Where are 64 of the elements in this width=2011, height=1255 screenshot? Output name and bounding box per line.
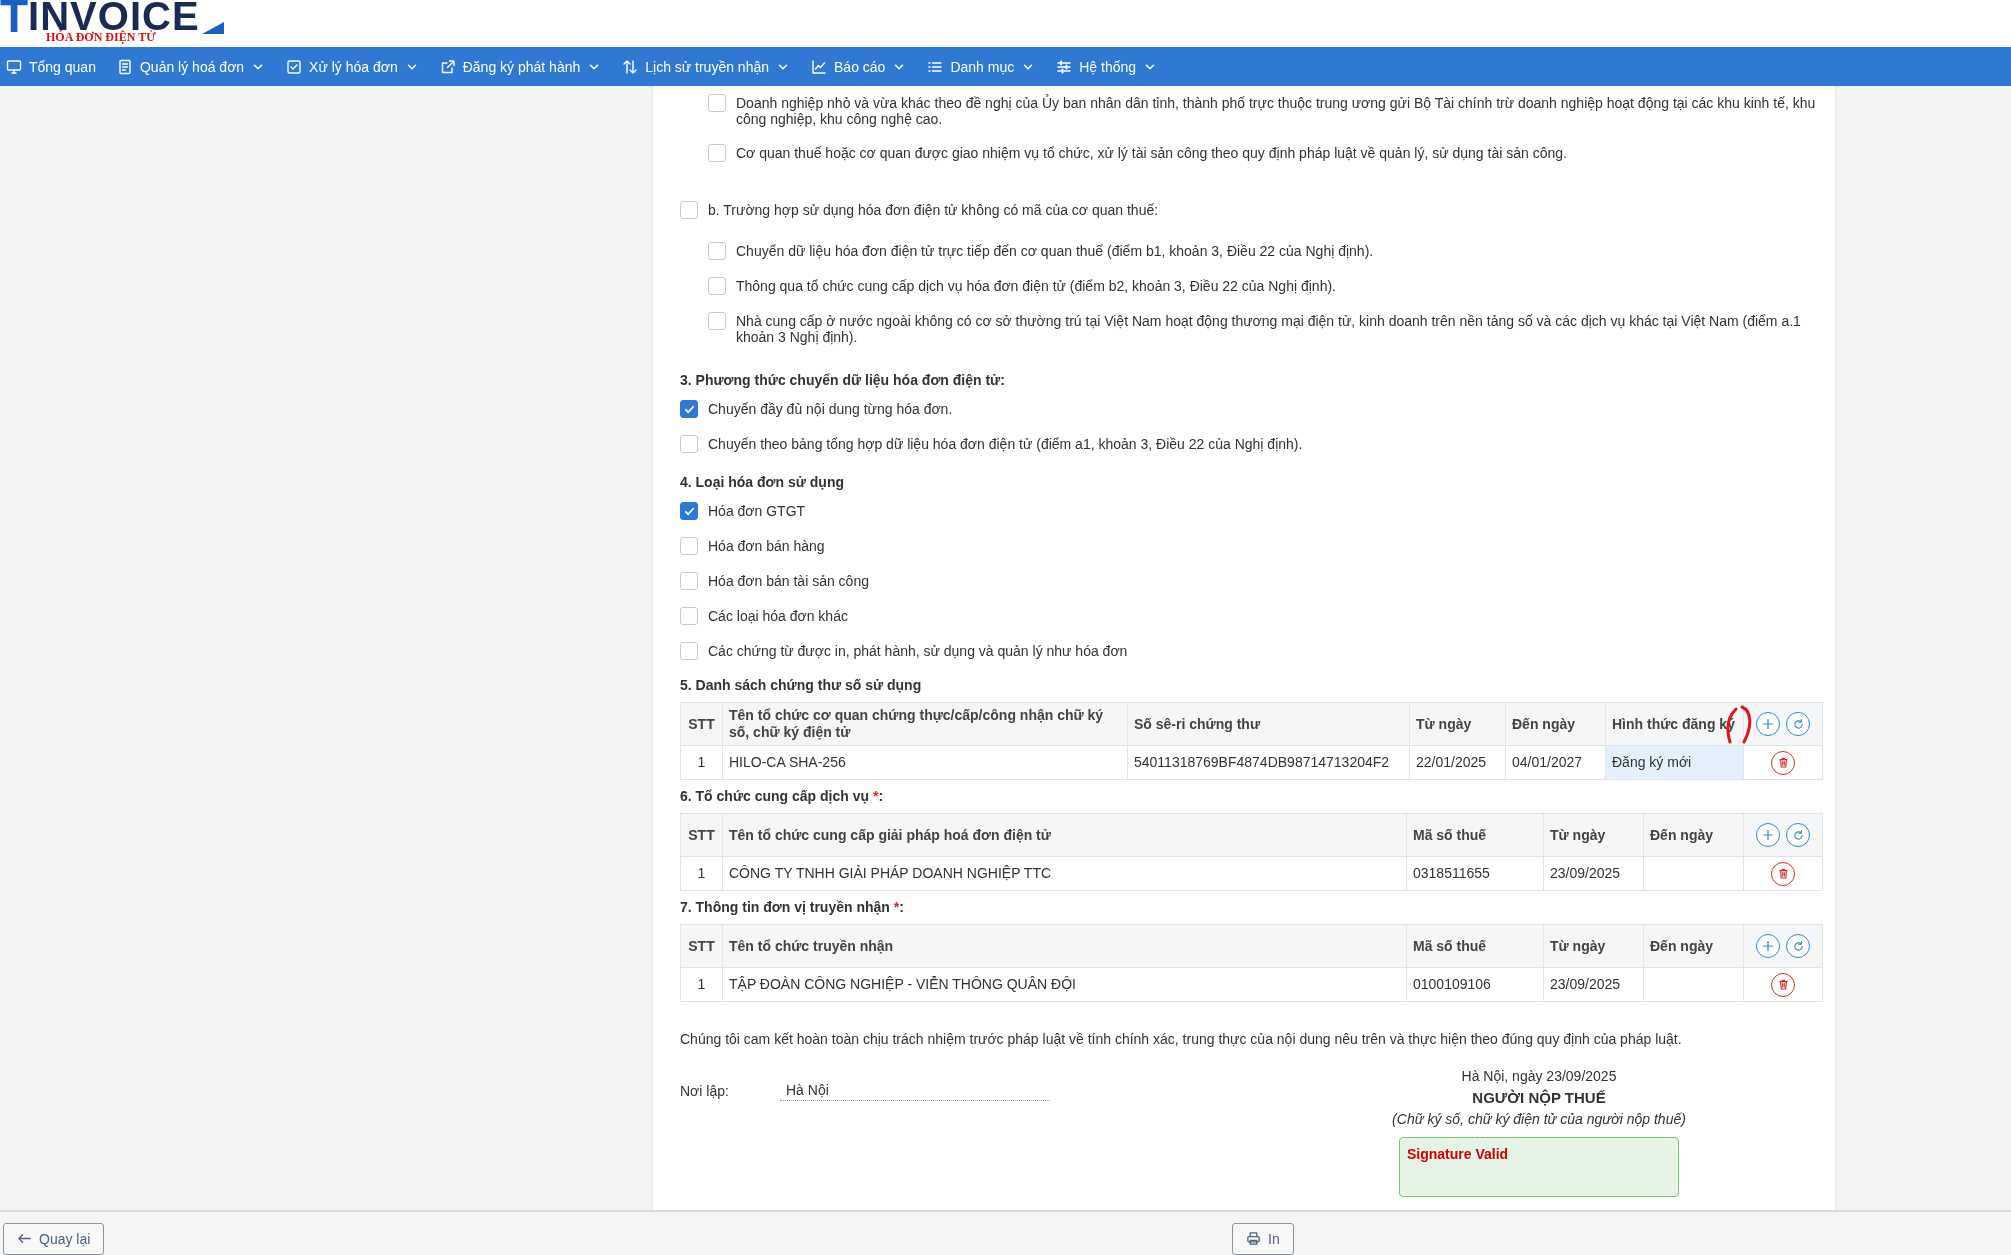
nav-item[interactable]: Lịch sử truyền nhận [622, 58, 790, 75]
nav-item[interactable]: Quản lý hoá đơn [116, 58, 266, 75]
column-header: Tên tổ chức cung cấp giải pháp hoá đơn điện tử [722, 813, 1407, 857]
column-header: Mã số thuế [1406, 813, 1544, 857]
table-cell: 0100109106 [1406, 967, 1544, 1002]
option-label: Hóa đơn bán hàng [708, 538, 825, 554]
signer-title: NGƯỜI NỘP THUẾ [1472, 1089, 1606, 1106]
column-header: STT [680, 813, 723, 857]
table-cell: 1 [680, 967, 723, 1002]
nav-item[interactable]: Xử lý hóa đơn [286, 58, 419, 75]
column-header: Đến ngày [1643, 924, 1744, 968]
table-cell: 23/09/2025 [1543, 856, 1644, 891]
section-title: 5. Danh sách chứng thư số sử dụng [680, 677, 923, 693]
table-cell: 1 [680, 745, 723, 780]
nav-item[interactable]: Danh mục [927, 58, 1036, 75]
column-header: Tên tổ chức truyền nhận [722, 924, 1407, 968]
table-cell: 54011318769BF4874DB98714713204F2 [1127, 745, 1410, 780]
print-button[interactable]: In [1232, 1222, 1294, 1255]
signer-note: (Chữ ký số, chữ ký điện tử của người nộp thuế) [1392, 1111, 1686, 1127]
option-label: Cơ quan thuế hoặc cơ quan được giao nhiệm vụ tổ chức, xử lý tài sản công theo quy định pháp luật về quản lý, sử dụng tài sản công. [736, 145, 1567, 161]
option-label: b. Trường hợp sử dụng hóa đơn điện tử không có mã của cơ quan thuế: [708, 202, 1159, 218]
option-label: Hóa đơn GTGT [708, 503, 806, 519]
table-cell: 0318511655 [1406, 856, 1544, 891]
column-header: Tên tổ chức cơ quan chứng thực/cấp/công nhận chữ ký số, chữ ký điện tử [722, 702, 1128, 746]
section-title: 7. Thông tin đơn vị truyền nhận *: [680, 899, 905, 915]
section-title: 6. Tổ chức cung cấp dịch vụ *: [680, 788, 885, 804]
nav-item[interactable]: Báo cáo [811, 58, 907, 75]
table-cell: CÔNG TY TNHH GIẢI PHÁP DOANH NGHIỆP TTC [722, 856, 1407, 891]
table-cell: TẬP ĐOÀN CÔNG NGHIỆP - VIỄN THÔNG QUÂN ĐỘI [722, 967, 1407, 1002]
date-line: Hà Nội, ngày 23/09/2025 [1461, 1068, 1617, 1084]
place-label: Nơi lập: [680, 1082, 730, 1099]
table-cell: 1 [680, 856, 723, 891]
column-header: Từ ngày [1543, 924, 1644, 968]
table-cell: 04/01/2027 [1505, 745, 1606, 780]
column-header: STT [680, 924, 723, 968]
column-header: Mã số thuế [1406, 924, 1544, 968]
column-header: Đến ngày [1643, 813, 1744, 857]
select-field[interactable]: Đăng ký mới [1605, 745, 1744, 780]
option-label: Các chứng từ được in, phát hành, sử dụng và quản lý như hóa đơn [708, 643, 1128, 659]
option-label: Các loại hóa đơn khác [708, 608, 848, 624]
nav-item[interactable]: Tổng quan [6, 58, 96, 75]
option-label: Hóa đơn bán tài sản công [708, 573, 869, 589]
statement: Chúng tôi cam kết hoàn toàn chịu trách nhiệm trước pháp luật về tính chính xác, trung thực của nội dung nêu trên và thực hiện theo đúng quy định của pháp luật. [680, 1030, 1683, 1048]
option-label: Chuyển đầy đủ nội dung từng hóa đơn. [708, 401, 953, 417]
back-button[interactable]: Quay lại [3, 1222, 105, 1255]
signature-box: Signature Valid [1399, 1137, 1679, 1197]
column-header: Đến ngày [1505, 702, 1606, 746]
option-label: Chuyển theo bảng tổng hợp dữ liệu hóa đơn điện tử (điểm a1, khoản 3, Điều 22 của Nghị định). [708, 436, 1303, 452]
option-label: Thông qua tổ chức cung cấp dịch vụ hóa đơn điện tử (điểm b2, khoản 3, Điều 22 của Nghị định). [736, 278, 1336, 294]
table-cell: 22/01/2025 [1409, 745, 1506, 780]
section-title: 4. Loại hóa đơn sử dụng [680, 474, 845, 490]
nav-item[interactable]: Đăng ký phát hành [439, 58, 602, 75]
place-field[interactable]: Hà Nội [780, 1080, 1050, 1101]
section-title: 3. Phương thức chuyển dữ liệu hóa đơn điện tử: [680, 372, 1006, 388]
option-label: Doanh nghiệp nhỏ và vừa khác theo đề nghị của Ủy ban nhân dân tỉnh, thành phố trực thuộc trung ương gửi Bộ Tài chính trừ doanh nghiệp hoạt động tại các khu kinh tế, khu công nghiệp, khu công nghệ cao. [736, 95, 1817, 127]
nav-item[interactable]: Hệ thống [1056, 58, 1158, 75]
column-header: STT [680, 702, 723, 746]
option-label: Chuyển dữ liệu hóa đơn điện tử trực tiếp đến cơ quan thuế (điểm b1, khoản 3, Điều 22 của Nghị định). [736, 243, 1374, 259]
column-header: Số sê-ri chứng thư [1127, 702, 1410, 746]
option-label: Nhà cung cấp ở nước ngoài không có cơ sở thường trú tại Việt Nam hoạt động thương mại điện tử, kinh doanh trên nền tảng số và các dịch vụ khác tại Việt Nam (điểm a.1 khoản 3 Nghị định). [736, 313, 1802, 345]
table-cell: 23/09/2025 [1543, 967, 1644, 1002]
column-header: Từ ngày [1409, 702, 1506, 746]
column-header: Từ ngày [1543, 813, 1644, 857]
table-cell: HILO-CA SHA-256 [722, 745, 1128, 780]
